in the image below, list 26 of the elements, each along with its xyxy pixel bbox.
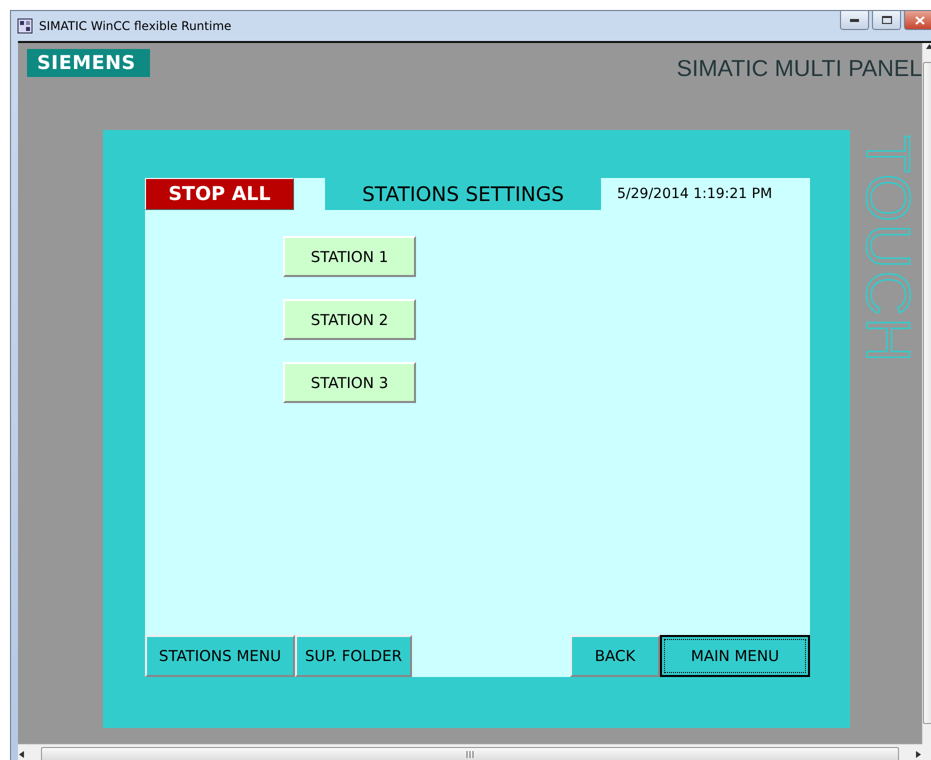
station-button[interactable]: STATION 1 (283, 236, 416, 277)
close-icon (915, 16, 925, 24)
scroll-up-icon[interactable] (926, 43, 931, 50)
screen-title: STATIONS SETTINGS (325, 178, 601, 210)
maximize-icon (882, 16, 892, 24)
panel-model: SIMATIC MULTI PANEL (676, 54, 922, 82)
nav-button[interactable]: SUP. FOLDER (295, 635, 412, 677)
nav-button[interactable]: STATIONS MENU (145, 635, 295, 677)
station-button[interactable]: STATION 3 (283, 362, 416, 403)
minimize-button[interactable] (840, 11, 869, 30)
nav-button[interactable]: MAIN MENU (660, 635, 810, 677)
station-button[interactable]: STATION 2 (283, 299, 416, 340)
horizontal-scrollbar[interactable] (18, 744, 922, 760)
grip-icon (466, 750, 474, 758)
close-button[interactable] (904, 11, 931, 30)
window-title: SIMATIC WinCC flexible Runtime (39, 19, 232, 33)
minimize-icon (850, 18, 859, 22)
app-icon (17, 18, 33, 34)
brand-logo: SIEMENS (27, 49, 150, 77)
scroll-left-icon[interactable] (18, 750, 25, 758)
stop-all-button[interactable]: STOP ALL (145, 178, 294, 210)
touch-label: TOUCH (856, 135, 918, 364)
scroll-right-icon[interactable] (915, 750, 922, 758)
date-time: 5/29/2014 1:19:21 PM (617, 186, 772, 202)
nav-button[interactable]: BACK (570, 635, 660, 677)
maximize-button[interactable] (872, 11, 901, 30)
